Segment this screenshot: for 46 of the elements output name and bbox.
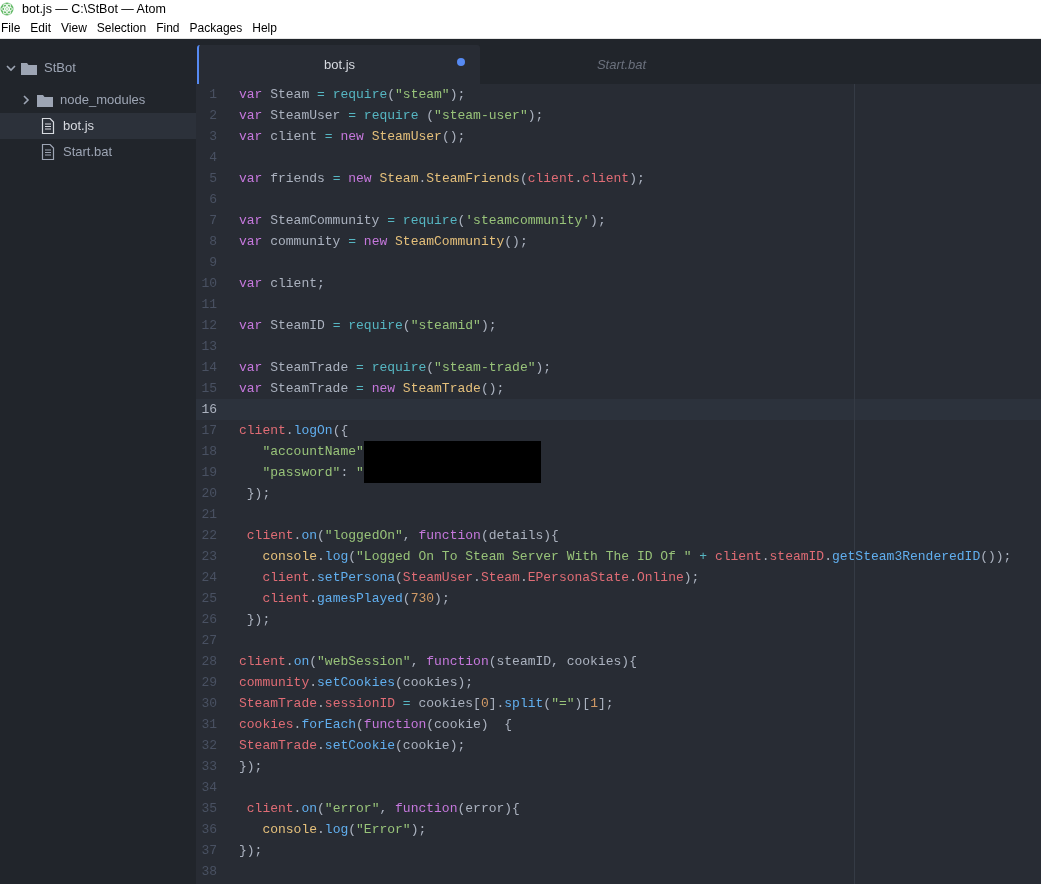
folder-icon: [37, 93, 53, 107]
code-line: var SteamCommunity = require('steamcommunity');: [239, 211, 606, 230]
code-line: var community = new SteamCommunity();: [239, 232, 528, 251]
code-line: var SteamID = require("steamid");: [239, 316, 497, 335]
window-title: bot.js — C:\StBot — Atom: [22, 0, 166, 18]
code-line: client.on("webSession", function(steamID, cookies){: [239, 652, 637, 671]
menu-item[interactable]: Edit: [25, 18, 57, 38]
code-line: community.setCookies(cookies);: [239, 673, 474, 692]
menu-item[interactable]: Selection: [91, 18, 152, 38]
code-line: client.gamesPlayed(730);: [261, 589, 450, 608]
file-icon: [41, 118, 55, 134]
code-line: });: [239, 841, 263, 860]
code-line: SteamTrade.setCookie(cookie);: [239, 736, 466, 755]
menu-item[interactable]: View: [56, 18, 92, 38]
code-line: var friends = new Steam.SteamFriends(client.client);: [239, 169, 645, 188]
code-line: var client = new SteamUser();: [239, 127, 466, 146]
menu-item[interactable]: Help: [247, 18, 282, 38]
folder-icon: [21, 61, 37, 75]
folder-name[interactable]: node_modules: [60, 90, 146, 110]
code-line: });: [239, 757, 263, 776]
menu-item[interactable]: Find: [151, 18, 185, 38]
code-line: console.log("Error");: [261, 820, 427, 839]
code-line: client.on("error", function(error){: [245, 799, 520, 818]
code-line: SteamTrade.sessionID = cookies[0].split("=")[1];: [239, 694, 614, 713]
code-line: var client;: [239, 274, 325, 293]
code-line: cookies.forEach(function(cookie) {: [239, 715, 513, 734]
code-line: "password": ": [261, 463, 364, 482]
code-line: console.log("Logged On To Steam Server With The ID Of " + client.steamID.getSteam3RenderedID());: [261, 547, 1012, 566]
code-line: client.logOn({: [239, 421, 349, 440]
code-line: });: [245, 610, 271, 629]
file-name[interactable]: bot.js: [63, 116, 95, 136]
code-line: var Steam = require("steam");: [239, 85, 466, 104]
editor-tab[interactable]: bot.js: [197, 45, 480, 84]
menu-item[interactable]: File: [0, 18, 26, 38]
code-line: var SteamTrade = new SteamTrade();: [239, 379, 505, 398]
file-icon: [41, 144, 55, 160]
code-line: var SteamUser = require ("steam-user");: [239, 106, 544, 125]
line-number: 16: [200, 400, 218, 419]
code-line: });: [245, 484, 271, 503]
code-line: var SteamTrade = require("steam-trade");: [239, 358, 552, 377]
code-line: "accountName": [261, 442, 364, 461]
file-name[interactable]: Start.bat: [63, 142, 113, 162]
menu-item[interactable]: Packages: [184, 18, 248, 38]
code-line: client.on("loggedOn", function(details){: [245, 526, 559, 545]
folder-name[interactable]: StBot: [44, 58, 76, 78]
code-line: client.setPersona(SteamUser.Steam.EPersonaState.Online);: [261, 568, 700, 587]
